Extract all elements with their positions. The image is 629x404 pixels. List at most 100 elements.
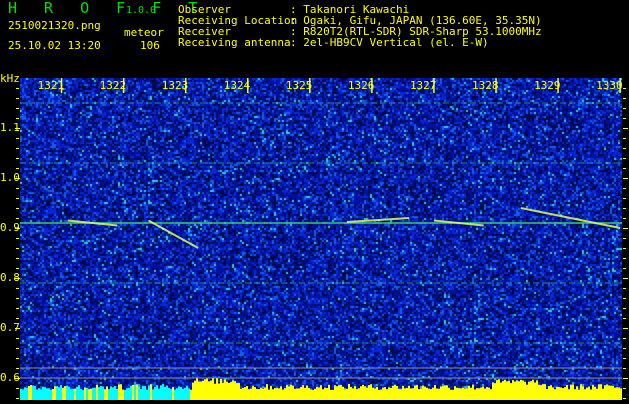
y-tick [16,258,19,259]
signal-bar [232,380,234,400]
signal-bar [376,386,378,400]
signal-bar [292,385,294,400]
x-tick-label: 1321 [37,79,65,92]
signal-bar [62,387,64,400]
signal-bar [154,386,156,400]
y-tick [623,88,626,89]
signal-bar [366,387,368,400]
y-tick [623,188,626,189]
y-tick [16,298,19,299]
signal-bar [602,388,604,400]
signal-bar [50,389,52,400]
signal-bar [432,387,434,400]
signal-bar [510,383,512,400]
signal-bar [148,385,150,400]
signal-bar [102,386,104,400]
signal-bar [152,389,154,400]
signal-bar [250,388,252,400]
signal-bar [218,383,220,400]
y-tick [16,308,19,309]
signal-bar [388,387,390,400]
signal-bar [114,386,116,400]
signal-bar [500,382,502,400]
y-tick [16,198,19,199]
signal-bar [410,388,412,400]
y-tick [16,118,19,119]
signal-bar [214,383,216,400]
signal-bar [488,387,490,400]
y-tick [623,308,626,309]
signal-bar [422,385,424,400]
signal-bar [524,381,526,400]
signal-bar [228,382,230,400]
signal-bar [118,384,120,400]
signal-bar [550,385,552,400]
signal-bar [490,389,492,400]
y-tick [623,378,628,379]
signal-bar [190,389,192,400]
signal-bar [162,384,164,400]
signal-bar [116,388,118,400]
signal-bar [48,388,50,400]
y-tick [16,388,19,389]
signal-bar [76,386,78,400]
signal-bar [576,386,578,400]
y-tick [623,248,626,249]
y-tick [16,398,19,399]
app-logo: H R O F F T [8,0,207,17]
signal-bar [324,387,326,400]
signal-bar [378,389,380,400]
signal-bar [384,387,386,400]
signal-bar [564,387,566,400]
signal-bar [138,386,140,400]
signal-bar [582,386,584,400]
signal-bar [96,384,98,400]
signal-bar [558,386,560,400]
signal-bar [454,386,456,400]
signal-bar [30,385,32,400]
signal-bar [354,386,356,400]
y-tick [623,118,626,119]
signal-bar [520,379,522,400]
signal-bar [72,388,74,400]
y-tick [623,288,626,289]
signal-bar [540,385,542,400]
signal-bar [530,381,532,400]
signal-bar [176,388,178,400]
signal-bar [394,384,396,400]
x-tick-label: 1322 [99,79,127,92]
signal-bar [396,385,398,400]
signal-bar [54,386,56,400]
signal-bar [194,380,196,400]
signal-bar [244,387,246,400]
signal-bar [198,381,200,400]
signal-bar [326,387,328,400]
signal-bar [456,387,458,400]
signal-bar [84,387,86,400]
signal-bar [26,387,28,400]
signal-bar [472,384,474,400]
signal-bar [242,388,244,400]
signal-bar [340,384,342,400]
datetime: 25.10.02 13:20 [8,39,101,52]
signal-bar [136,384,138,400]
signal-bar [620,388,622,400]
signal-bar [536,380,538,400]
signal-bar [130,385,132,400]
signal-bar [260,387,262,400]
x-tick-label: 1326 [347,79,375,92]
signal-bar [408,385,410,400]
signal-bar [466,388,468,400]
signal-bar [158,388,160,400]
signal-bar [312,389,314,400]
signal-bar [38,388,40,400]
signal-bar [284,388,286,400]
y-tick [16,358,19,359]
signal-bar [220,378,222,400]
signal-bar [70,388,72,400]
y-tick [623,198,626,199]
signal-bar [562,388,564,400]
signal-bar [74,388,76,400]
signal-bar [352,388,354,400]
signal-bar [450,389,452,400]
